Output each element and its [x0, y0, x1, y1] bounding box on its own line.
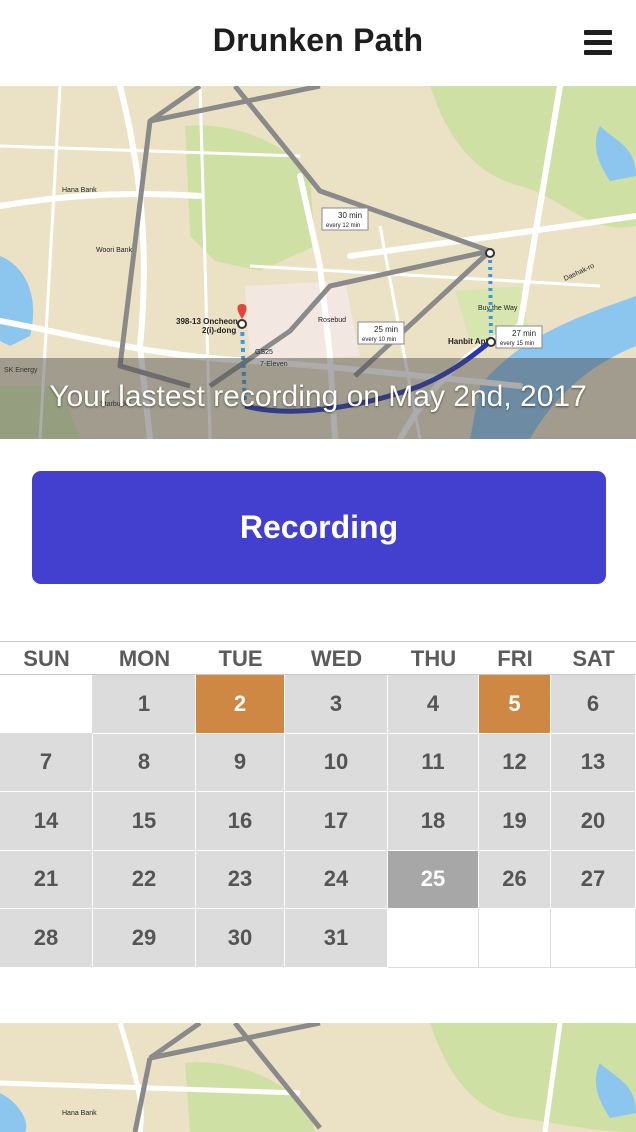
calendar-empty-cell	[551, 909, 636, 968]
calendar-day-sun[interactable]: 21	[0, 850, 93, 909]
app-header: Drunken Path	[0, 0, 636, 86]
weekday-wed: WED	[310, 646, 363, 671]
calendar-day-tue[interactable]: 16	[196, 792, 285, 851]
calendar-day-wed[interactable]: 3	[285, 675, 388, 734]
svg-text:Buy the Way: Buy the Way	[478, 305, 518, 312]
svg-text:Hanbit Apt: Hanbit Apt	[448, 337, 488, 346]
calendar-day-mon[interactable]: 22	[93, 850, 196, 909]
weekday-tue: TUE	[218, 646, 263, 671]
calendar-day-mon[interactable]: 15	[93, 792, 196, 851]
hamburger-menu-icon[interactable]	[578, 26, 616, 60]
calendar-day-sun[interactable]: 7	[0, 733, 93, 792]
calendar-day-tue[interactable]: 9	[196, 733, 285, 792]
svg-text:every 12 min: every 12 min	[326, 223, 360, 229]
calendar-day-sun[interactable]: 28	[0, 909, 93, 968]
calendar-day-tue[interactable]: 2	[196, 675, 285, 734]
svg-text:every 15 min: every 15 min	[500, 341, 534, 347]
calendar-day-thu[interactable]: 4	[388, 675, 479, 734]
svg-text:25 min: 25 min	[374, 325, 398, 334]
second-recording-map[interactable]: Hana Bank	[0, 1023, 636, 1132]
bus-time-label: 30 min	[338, 211, 362, 220]
calendar-day-sat[interactable]: 27	[551, 850, 636, 909]
calendar-day-wed[interactable]: 17	[285, 792, 388, 851]
calendar-day-sat[interactable]: 6	[551, 675, 636, 734]
svg-text:Hana Bank: Hana Bank	[62, 1110, 97, 1117]
svg-text:Rosebud: Rosebud	[318, 317, 346, 324]
weekday-sun: SUN	[23, 646, 70, 671]
svg-text:2(i)-dong: 2(i)-dong	[202, 326, 236, 335]
calendar-day-sat[interactable]: 13	[551, 733, 636, 792]
calendar-day-fri[interactable]: 19	[479, 792, 551, 851]
calendar-empty-cell	[388, 909, 479, 968]
svg-text:27 min: 27 min	[512, 329, 536, 338]
calendar-grid: 1 2 3 4 5 6 7 8 9 10 11 12 13 14 15 16 17 18 19 20 21 22 23 24 2…	[0, 675, 636, 968]
calendar: SUN MON TUE WED THU FRI SAT 1 2 3 4 5 6 7 8 9 10 1…	[0, 641, 636, 968]
calendar-day-thu[interactable]: 18	[388, 792, 479, 851]
calendar-empty-cell	[0, 675, 93, 734]
weekday-sat: SAT	[572, 646, 615, 671]
calendar-day-mon[interactable]: 1	[93, 675, 196, 734]
calendar-weekday-header: SUN MON TUE WED THU FRI SAT	[0, 641, 636, 675]
svg-text:Hana Bank: Hana Bank	[62, 187, 97, 194]
app-title: Drunken Path	[212, 22, 424, 58]
latest-recording-caption: Your lastest recording on May 2nd, 2017	[49, 380, 587, 413]
weekday-thu: THU	[410, 646, 457, 671]
calendar-week-row: 14 15 16 17 18 19 20	[0, 792, 636, 851]
calendar-day-mon[interactable]: 29	[93, 909, 196, 968]
calendar-day-mon[interactable]: 8	[93, 733, 196, 792]
weekday-fri: FRI	[497, 646, 533, 671]
svg-text:every 10 min: every 10 min	[362, 337, 396, 343]
calendar-week-row: 7 8 9 10 11 12 13	[0, 733, 636, 792]
calendar-week-row: 123456	[0, 675, 636, 734]
calendar-day-wed[interactable]: 31	[285, 909, 388, 968]
weekday-mon: MON	[118, 646, 171, 671]
svg-text:GS25: GS25	[255, 349, 273, 356]
calendar-week-row: 21 22 23 24 25 26 27	[0, 850, 636, 909]
calendar-day-fri[interactable]: 5	[479, 675, 551, 734]
svg-text:Woori Bank: Woori Bank	[96, 247, 133, 254]
calendar-day-wed[interactable]: 10	[285, 733, 388, 792]
calendar-day-tue[interactable]: 30	[196, 909, 285, 968]
calendar-day-tue[interactable]: 23	[196, 850, 285, 909]
calendar-day-fri[interactable]: 26	[479, 850, 551, 909]
calendar-day-thu[interactable]: 25	[388, 850, 479, 909]
svg-text:398-13 Oncheon: 398-13 Oncheon	[176, 317, 238, 326]
calendar-day-sun[interactable]: 14	[0, 792, 93, 851]
calendar-day-sat[interactable]: 20	[551, 792, 636, 851]
calendar-empty-cell	[479, 909, 551, 968]
calendar-day-thu[interactable]: 11	[388, 733, 479, 792]
latest-recording-map[interactable]: 30 min every 12 min 25 min every 10 min …	[0, 86, 636, 439]
calendar-day-wed[interactable]: 24	[285, 850, 388, 909]
map-image-2: Hana Bank	[0, 1023, 636, 1132]
calendar-day-fri[interactable]: 12	[479, 733, 551, 792]
calendar-week-row: 28 29 30 31	[0, 909, 636, 968]
recording-button[interactable]: Recording	[32, 471, 606, 584]
